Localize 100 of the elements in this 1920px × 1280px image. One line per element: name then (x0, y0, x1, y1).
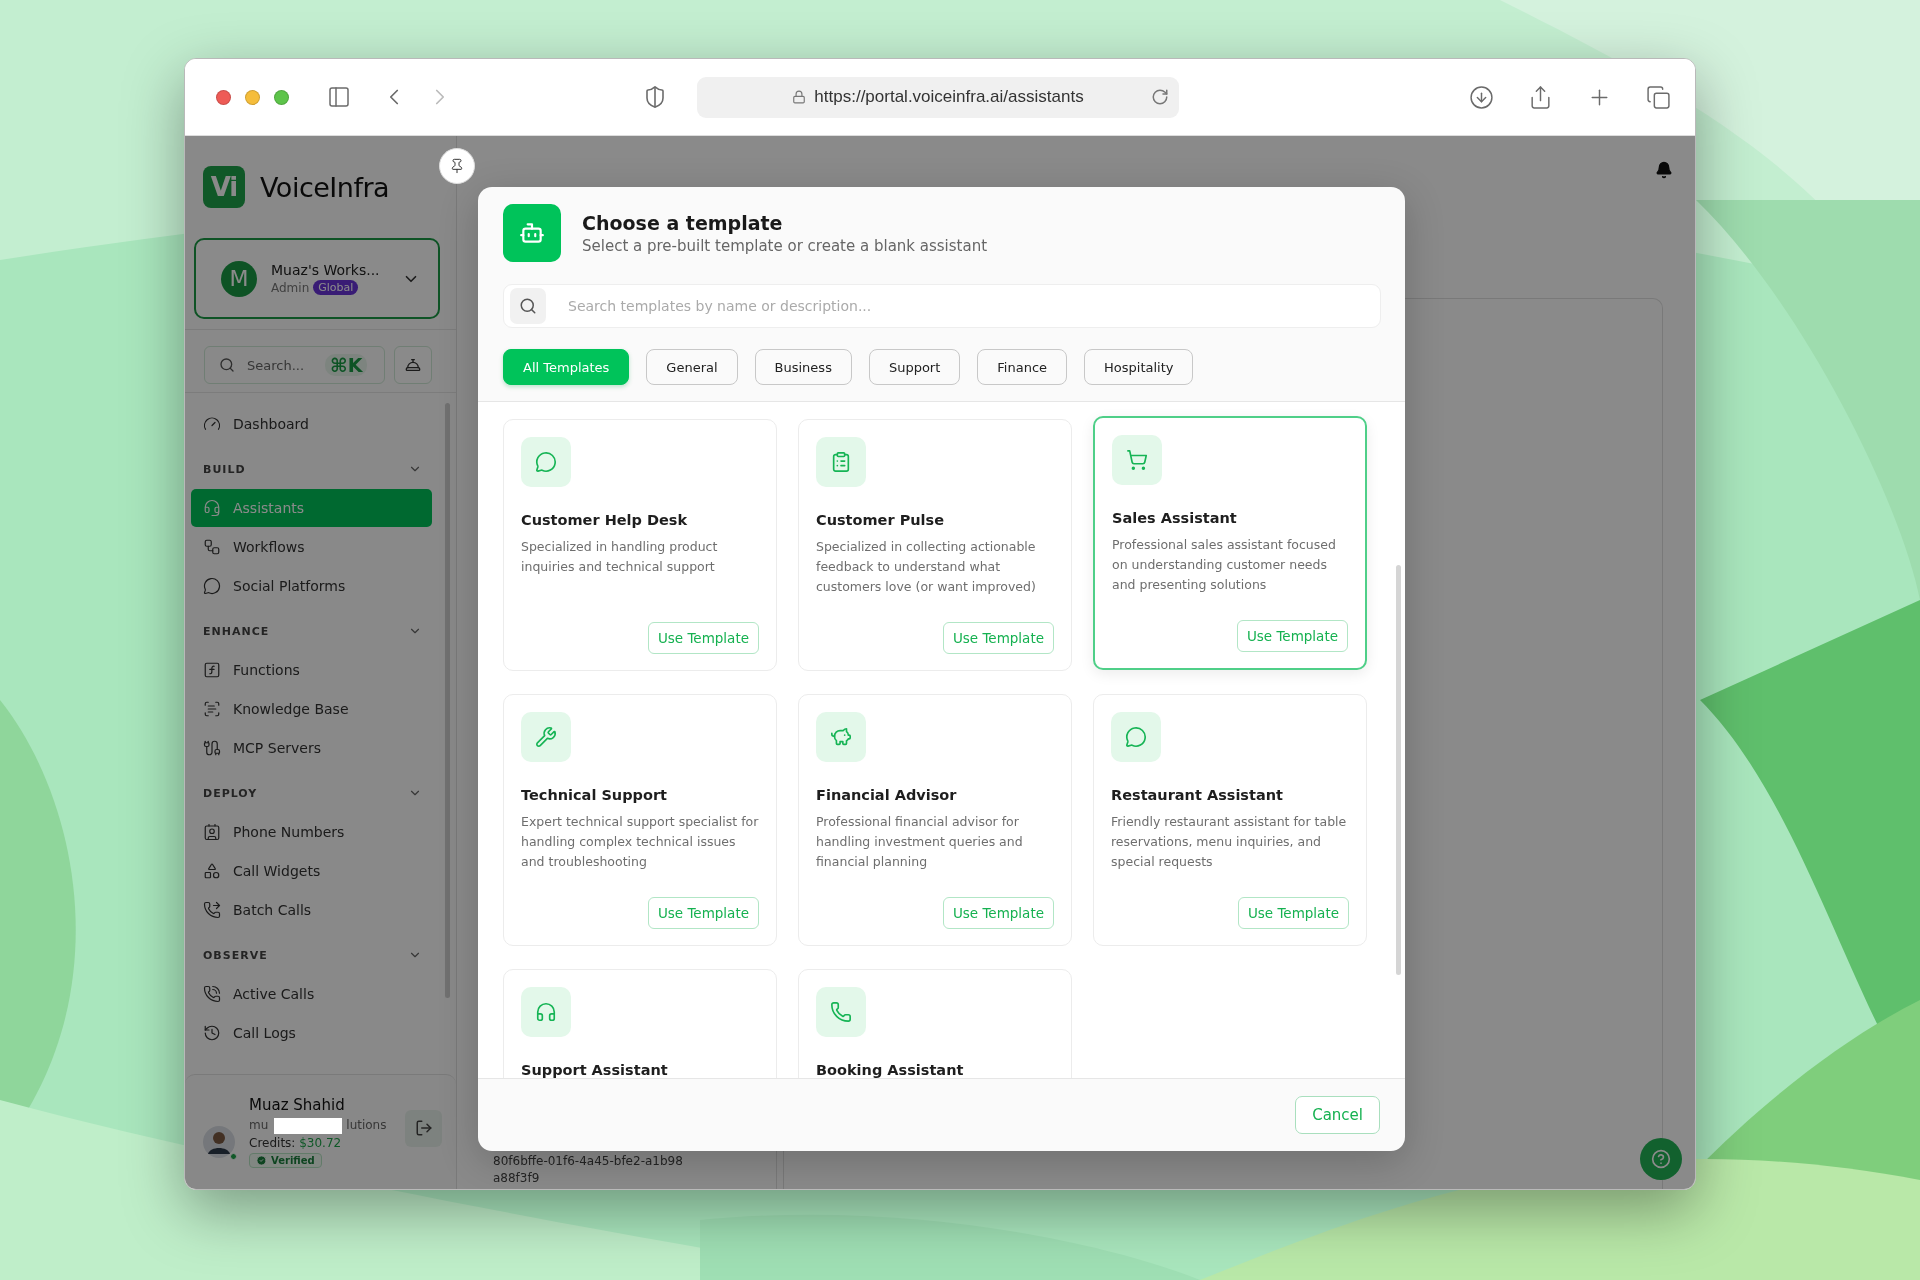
user-email: lutions (346, 1118, 387, 1132)
filter-tab[interactable]: General (646, 349, 738, 385)
search-icon (510, 288, 546, 324)
history-icon (203, 1024, 221, 1042)
phone-icon (816, 987, 866, 1037)
nav-item[interactable]: Call Widgets (191, 852, 432, 890)
template-card[interactable]: Restaurant Assistant Friendly restaurant assistant for table reservations, menu inquiries, and special requests Use Template (1093, 694, 1367, 946)
nav-item[interactable]: Dashboard (191, 405, 432, 443)
search-bar[interactable]: Search templates by name or description... (503, 284, 1381, 328)
filter-tab[interactable]: Hospitality (1084, 349, 1194, 385)
scrollbar[interactable] (445, 403, 450, 998)
gauge-icon (203, 415, 221, 433)
card-title: Support Assistant (521, 1062, 669, 1078)
avatar (203, 1126, 235, 1158)
card-description: Specialized in collecting actionable feedback to understand what customers love (or want improved) (816, 538, 1037, 596)
concierge-bell-button[interactable] (394, 346, 432, 384)
piggy-bank-icon (816, 712, 866, 762)
dialog-title: Choose a template (582, 211, 784, 234)
headset-icon (203, 499, 221, 517)
nav-item[interactable]: Batch Calls (191, 891, 432, 929)
dialog-subtitle: Select a pre-built template or create a blank assistant (582, 236, 988, 255)
workspace-avatar: M (221, 260, 257, 297)
card-description: Professional sales assistant focused on understanding customer needs and presenting solutions (1112, 536, 1337, 594)
scrollbar[interactable] (1396, 565, 1401, 975)
search-field[interactable]: Search... (247, 357, 313, 373)
shapes-icon (203, 862, 221, 880)
template-card[interactable]: Customer Pulse Specialized in collecting actionable feedback to understand what customers love (or want improved) Use Template (798, 419, 1072, 671)
card-description: Expert technical support specialist for handling complex technical issues and troubleshooting (521, 813, 759, 871)
shortcut-badge: ⌘K (325, 354, 368, 376)
use-template-button[interactable]: Use Template (942, 897, 1054, 929)
logout-icon (414, 1119, 433, 1137)
workspace-switcher[interactable]: M Muaz's Works... Admin Global (194, 238, 440, 319)
concierge-bell-icon (405, 357, 421, 373)
record-id: 80f6bffe-01f6-4a45-bfe2-a1b98a88f3f9 (493, 1153, 683, 1187)
verified-badge: Verified (249, 1153, 322, 1168)
nav-item[interactable]: Call Logs (191, 1014, 432, 1052)
minimize-icon[interactable] (245, 89, 260, 105)
filter-tab[interactable]: Business (754, 349, 852, 385)
workspace-role: Admin (271, 280, 310, 295)
use-template-button[interactable]: Use Template (1236, 620, 1348, 652)
nav-item[interactable]: Active Calls (191, 975, 432, 1013)
search-icon (219, 357, 235, 373)
card-title: Customer Pulse (816, 512, 945, 528)
card-title: Customer Help Desk (521, 512, 689, 528)
nav-item[interactable]: Social Platforms (191, 567, 432, 605)
nav-item[interactable]: Phone Numbers (191, 813, 432, 851)
template-card[interactable]: Technical Support Expert technical support specialist for handling complex technical issues and troubleshooting Use Template (503, 694, 777, 946)
redaction-bar (274, 1118, 342, 1134)
cancel-button[interactable]: Cancel (1295, 1096, 1380, 1134)
pin-icon (449, 158, 465, 174)
user-name: Muaz Shahid (249, 1096, 346, 1114)
nav-item[interactable]: Knowledge Base (191, 690, 432, 728)
nav-item[interactable]: Functions (191, 651, 432, 689)
close-icon[interactable] (216, 89, 231, 105)
filter-tab[interactable]: Support (868, 349, 961, 385)
card-description: Friendly restaurant assistant for table reservations, menu inquiries, and special requests (1111, 813, 1348, 871)
cable-icon (203, 739, 221, 757)
reload-icon[interactable] (1151, 88, 1169, 106)
use-template-button[interactable]: Use Template (647, 622, 759, 654)
template-card[interactable]: Financial Advisor Professional financial advisor for handling investment queries and financial planning Use Template (798, 694, 1072, 946)
card-title: Sales Assistant (1112, 510, 1238, 526)
download-icon[interactable] (1469, 84, 1494, 110)
workflow-icon (203, 538, 221, 556)
address-bar[interactable]: https://portal.voiceinfra.ai/assistants (697, 76, 1179, 118)
user-email: mu (249, 1118, 269, 1132)
brand-name: VoiceInfra (260, 171, 390, 203)
clipboard-icon (816, 437, 866, 487)
template-card[interactable]: Customer Help Desk Specialized in handling product inquiries and technical support Use Template (503, 419, 777, 671)
section-heading: ENHANCE (203, 624, 270, 638)
workspace-name: Muaz's Works... (271, 262, 381, 278)
sidebar-toggle-icon[interactable] (327, 85, 351, 109)
pin-button[interactable] (439, 148, 475, 184)
headphones-icon (521, 987, 571, 1037)
use-template-button[interactable]: Use Template (942, 622, 1054, 654)
card-description: Specialized in handling product inquiries and technical support (521, 538, 719, 576)
robot-icon (503, 204, 561, 262)
scope-badge: Global (313, 280, 359, 295)
filter-tab[interactable]: Finance (977, 349, 1068, 385)
wrench-icon (521, 712, 571, 762)
use-template-button[interactable]: Use Template (1237, 897, 1349, 929)
tabs-overview-icon[interactable] (1646, 84, 1671, 110)
contact-card-icon (203, 823, 221, 841)
template-card[interactable]: Support Assistant (503, 969, 777, 1078)
chat-bubble-icon (521, 437, 571, 487)
nav-item[interactable]: Workflows (191, 528, 432, 566)
help-button[interactable] (1640, 1138, 1682, 1180)
template-search-field[interactable]: Search templates by name or description... (566, 297, 1374, 315)
section-heading: BUILD (203, 462, 246, 476)
template-card[interactable]: Booking Assistant (798, 969, 1072, 1078)
section-heading: OBSERVE (203, 948, 268, 962)
use-template-button[interactable]: Use Template (647, 897, 759, 929)
nav-item[interactable]: MCP Servers (191, 729, 432, 767)
bell-icon[interactable] (1655, 161, 1673, 179)
maximize-icon[interactable] (274, 89, 289, 105)
template-card[interactable]: Sales Assistant Professional sales assistant focused on understanding customer needs and presenting solutions Use Template (1093, 416, 1367, 670)
logout-button[interactable] (405, 1109, 442, 1147)
document-scan-icon (203, 700, 221, 718)
logo: Vi (203, 166, 245, 208)
share-icon[interactable] (1528, 84, 1553, 110)
shield-icon[interactable] (643, 85, 667, 109)
